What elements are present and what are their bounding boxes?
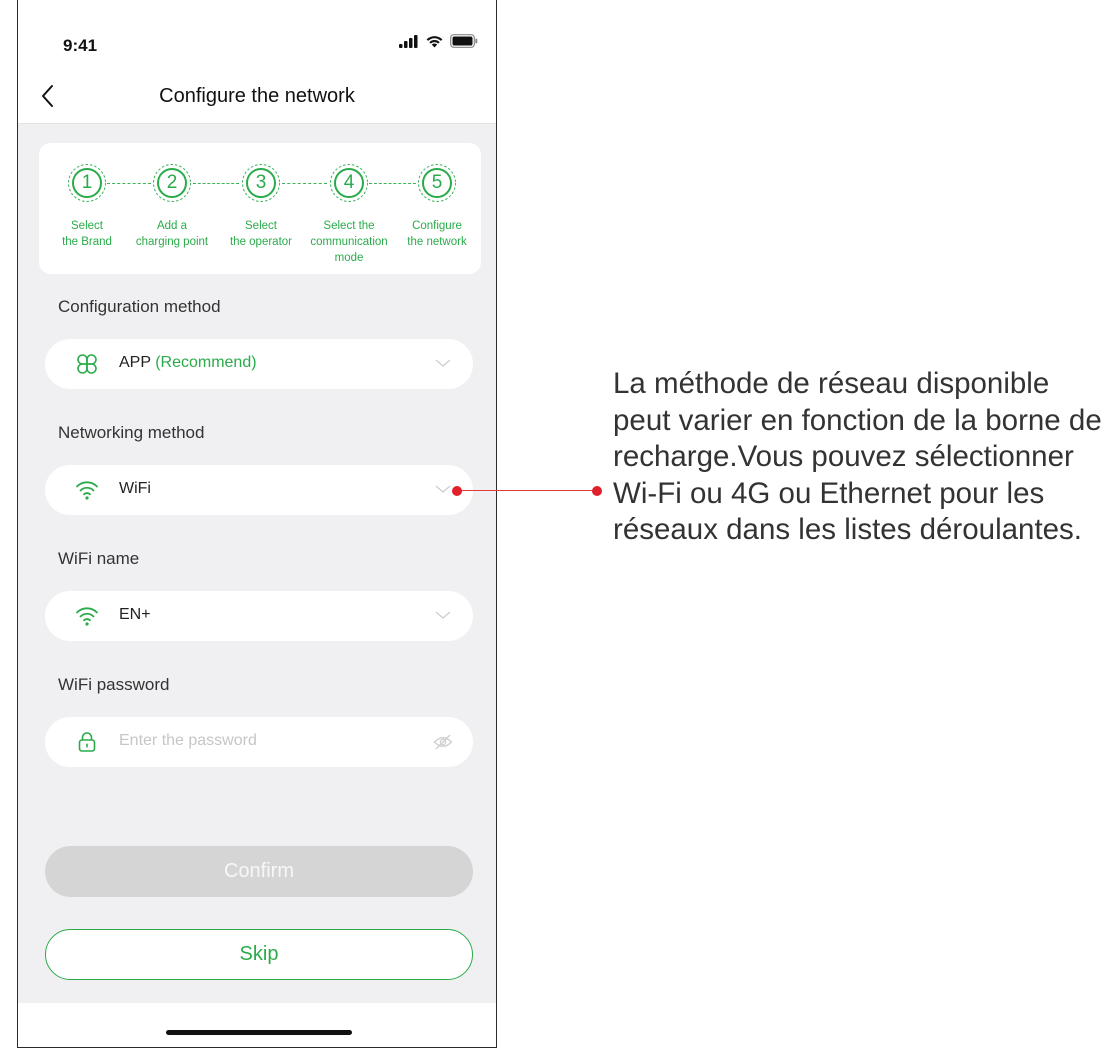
step-number: 1 (81, 172, 93, 193)
step-1-circle: 1 (67, 163, 107, 203)
step-5-label: Configure the network (387, 218, 487, 250)
step-2-circle: 2 (152, 163, 192, 203)
eye-off-icon[interactable] (433, 733, 453, 751)
skip-button[interactable]: Skip (45, 929, 473, 980)
step-connector (369, 183, 416, 184)
step-label-line: communication (310, 236, 388, 248)
step-label-line: Add a (156, 220, 188, 232)
wifi-password-input[interactable]: Enter the password (45, 717, 473, 767)
step-connector (193, 183, 239, 184)
wifi-icon (76, 481, 98, 500)
wifi-name-label: WiFi name (58, 549, 140, 568)
page-title: Configure the network (159, 85, 355, 107)
step-label-line: Select (245, 220, 277, 232)
wifi-name-select[interactable]: EN+ (45, 591, 473, 641)
step-5-circle: 5 (417, 163, 457, 203)
step-label-line: charging point (135, 236, 209, 248)
step-number: 2 (166, 172, 178, 193)
config-method-value: APP (Recommend) (119, 354, 257, 372)
step-3-circle: 3 (241, 163, 281, 203)
config-method-select[interactable]: APP (Recommend) (45, 339, 473, 389)
annotation-text: La méthode de réseau disponible peut var… (613, 367, 1102, 546)
app-clover-icon (77, 354, 97, 374)
status-bar: 9:41 (18, 0, 496, 70)
step-label-line: the operator (229, 236, 292, 248)
step-number: 5 (431, 172, 443, 193)
nav-bar: Configure the network (18, 70, 496, 124)
home-bar-area (18, 1003, 496, 1047)
chevron-down-icon (435, 611, 451, 619)
status-icons (399, 34, 478, 48)
networking-method-label: Networking method (58, 423, 205, 442)
home-indicator (166, 1030, 352, 1035)
steps-progress: 1 Select the Brand 2 Add a charging poin… (39, 143, 481, 274)
callout-line (456, 490, 600, 491)
wifi-icon (76, 607, 98, 626)
signal-icon (399, 34, 418, 48)
networking-method-select[interactable]: WiFi (45, 465, 473, 515)
step-label-line: Configure (412, 220, 462, 232)
networking-method-value: WiFi (119, 480, 151, 497)
step-connector (107, 183, 151, 184)
step-number: 4 (343, 172, 355, 193)
wifi-name-value: EN+ (119, 606, 151, 623)
step-connector (282, 183, 327, 184)
config-method-app: APP (119, 354, 151, 371)
recommend-tag: (Recommend) (155, 354, 257, 371)
confirm-button[interactable]: Confirm (45, 846, 473, 897)
phone-screen: 9:41 Configure the network 1 Select the … (17, 0, 497, 1048)
step-3-label: Select the operator (211, 218, 311, 250)
step-label-line: Select the (323, 220, 375, 232)
chevron-down-icon (435, 485, 451, 493)
callout-dot-end (592, 486, 602, 496)
status-time: 9:41 (63, 36, 98, 55)
step-number: 3 (255, 172, 267, 193)
config-method-label: Configuration method (58, 297, 221, 316)
wifi-status-icon (426, 36, 443, 48)
password-placeholder: Enter the password (119, 732, 257, 749)
step-4-label: Select the communication mode (299, 218, 399, 266)
step-label-line: mode (334, 252, 364, 264)
chevron-down-icon (435, 359, 451, 367)
step-4-circle: 4 (329, 163, 369, 203)
battery-icon (450, 34, 478, 48)
step-2-label: Add a charging point (122, 218, 222, 250)
callout-dot-start (452, 486, 462, 496)
lock-icon (78, 732, 96, 752)
wifi-password-label: WiFi password (58, 675, 170, 694)
step-label-line: the network (407, 236, 467, 248)
